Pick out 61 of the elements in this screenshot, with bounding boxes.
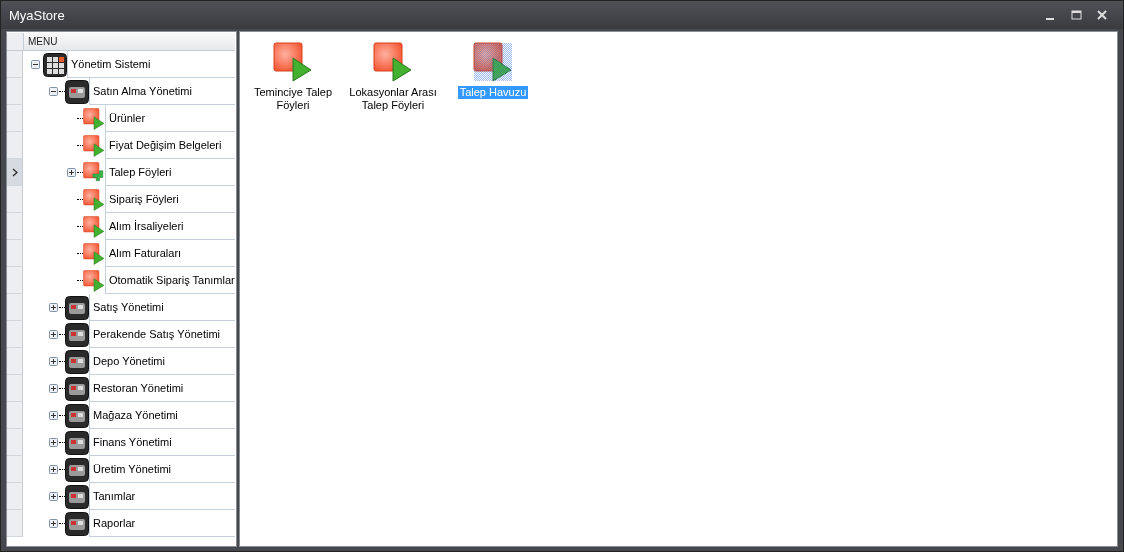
collapse-icon[interactable] — [30, 60, 40, 69]
module-icon — [65, 376, 89, 401]
collapse-icon[interactable] — [48, 87, 58, 96]
module-icon — [65, 430, 89, 455]
document-play-icon — [373, 42, 413, 82]
shortcut-label[interactable]: Lokasyonlar Arası Talep Föyleri — [346, 86, 440, 112]
expand-icon[interactable] — [48, 303, 58, 312]
module-icon — [65, 349, 89, 374]
row-indicator[interactable] — [7, 159, 23, 186]
shortcut-label[interactable]: Teminciye Talep Föyleri — [246, 86, 340, 112]
tree-item[interactable]: Yönetim Sistemi — [67, 51, 235, 78]
expand-icon[interactable] — [48, 465, 58, 474]
module-icon — [65, 79, 89, 104]
document-play-icon — [83, 269, 105, 292]
tree-item[interactable]: Tanımlar — [89, 483, 235, 510]
document-play-icon — [473, 42, 513, 82]
tree-item[interactable]: Finans Yönetimi — [89, 429, 235, 456]
expand-icon[interactable] — [48, 411, 58, 420]
module-icon — [65, 295, 89, 320]
close-icon — [1097, 10, 1107, 20]
module-icon — [65, 484, 89, 509]
tree-item[interactable]: Depo Yönetimi — [89, 348, 235, 375]
column-header: MENU — [24, 33, 235, 51]
expand-icon[interactable] — [48, 492, 58, 501]
maximize-icon — [1070, 10, 1082, 20]
expand-icon[interactable] — [48, 357, 58, 366]
tree-item[interactable]: Raporlar — [89, 510, 235, 537]
module-icon — [65, 403, 89, 428]
tree-item[interactable]: Satış Yönetimi — [89, 294, 235, 321]
module-icon — [65, 457, 89, 482]
tree-item[interactable]: Perakende Satış Yönetimi — [89, 321, 235, 348]
tree-item[interactable]: Talep Föyleri — [105, 159, 235, 186]
minimize-icon — [1046, 18, 1054, 20]
document-play-icon — [83, 134, 105, 157]
tree-item[interactable]: Alım Faturaları — [105, 240, 235, 267]
tree-item[interactable]: Üretim Yönetimi — [89, 456, 235, 483]
document-play-icon — [83, 242, 105, 265]
expand-icon[interactable] — [48, 384, 58, 393]
expand-icon[interactable] — [48, 519, 58, 528]
document-play-icon — [83, 188, 105, 211]
module-icon — [65, 511, 89, 536]
expand-icon[interactable] — [48, 438, 58, 447]
document-play-icon — [83, 215, 105, 238]
tree-item[interactable]: Sipariş Föyleri — [105, 186, 235, 213]
document-play-icon — [83, 107, 105, 130]
tree-item[interactable]: Ürünler — [105, 105, 235, 132]
document-plus-icon — [83, 161, 105, 184]
expand-icon[interactable] — [48, 330, 58, 339]
tree-item[interactable]: Satın Alma Yönetimi — [89, 78, 235, 105]
window-title: MyaStore — [9, 7, 66, 23]
header-corner — [7, 33, 24, 51]
tree-item[interactable]: Restoran Yönetimi — [89, 375, 235, 402]
tree-item[interactable]: Fiyat Değişim Belgeleri — [105, 132, 235, 159]
tree-item[interactable]: Otomatik Sipariş Tanımlar — [105, 267, 235, 294]
module-icon — [65, 322, 89, 347]
grid-icon — [43, 52, 67, 77]
tree-item[interactable]: Mağaza Yönetimi — [89, 402, 235, 429]
row-pointer-icon — [11, 167, 18, 177]
document-play-icon — [273, 42, 313, 82]
expand-icon[interactable] — [66, 168, 76, 177]
tree-item[interactable]: Alım İrsaliyeleri — [105, 213, 235, 240]
